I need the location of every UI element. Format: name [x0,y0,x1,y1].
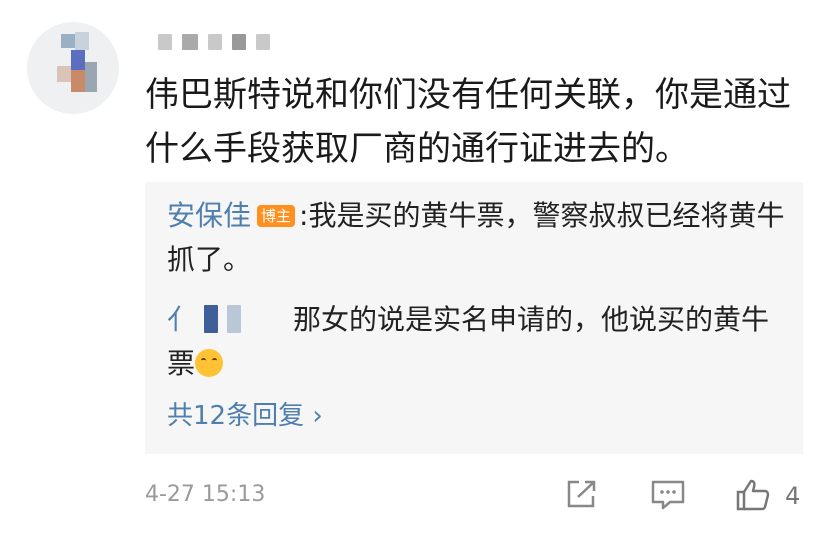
avatar[interactable] [27,22,119,114]
avatar-pixel [61,34,75,48]
more-replies-link[interactable]: 共12条回复 › [167,395,323,432]
avatar-pixel [71,70,85,92]
author-badge: 博主 [257,205,296,227]
avatar-pixel [71,50,85,70]
reply-author-blurred[interactable]: 亻 [167,298,293,342]
comment-text: 伟巴斯特说和你们没有任何关联，你是通过什么手段获取厂商的通行证进去的。 [145,75,791,169]
share-icon[interactable] [565,478,599,510]
comment-icon[interactable] [650,478,686,510]
reply-item[interactable]: 亻 那女的说是实名申请的，他说买的黄牛票 [167,298,787,386]
reply-author-visible: 亻 [167,303,196,336]
blur-block [226,305,241,333]
blur-block [208,34,222,50]
reply-item[interactable]: 安保佳 博主:我是买的黄牛票，警察叔叔已经将黄牛抓了。 [167,194,787,282]
like-count: 4 [785,482,801,510]
avatar-pixel [75,32,89,50]
reply-author[interactable]: 安保佳 [167,199,251,232]
replies-panel: 安保佳 博主:我是买的黄牛票，警察叔叔已经将黄牛抓了。 亻 那女的说是实名申请的，… [145,182,803,454]
comment-footer: 4-27 15:13 4 [145,478,805,518]
blur-block [182,34,198,50]
avatar-pixel [85,62,97,92]
blur-block [232,34,246,50]
username-blurred[interactable] [158,34,270,50]
emoji-icon [195,349,224,377]
like-icon[interactable] [735,478,771,512]
blur-block [203,305,218,333]
blur-block [158,34,172,50]
comment-time: 4-27 15:13 [145,482,266,507]
blur-block [256,34,270,50]
avatar-pixel [57,66,71,82]
